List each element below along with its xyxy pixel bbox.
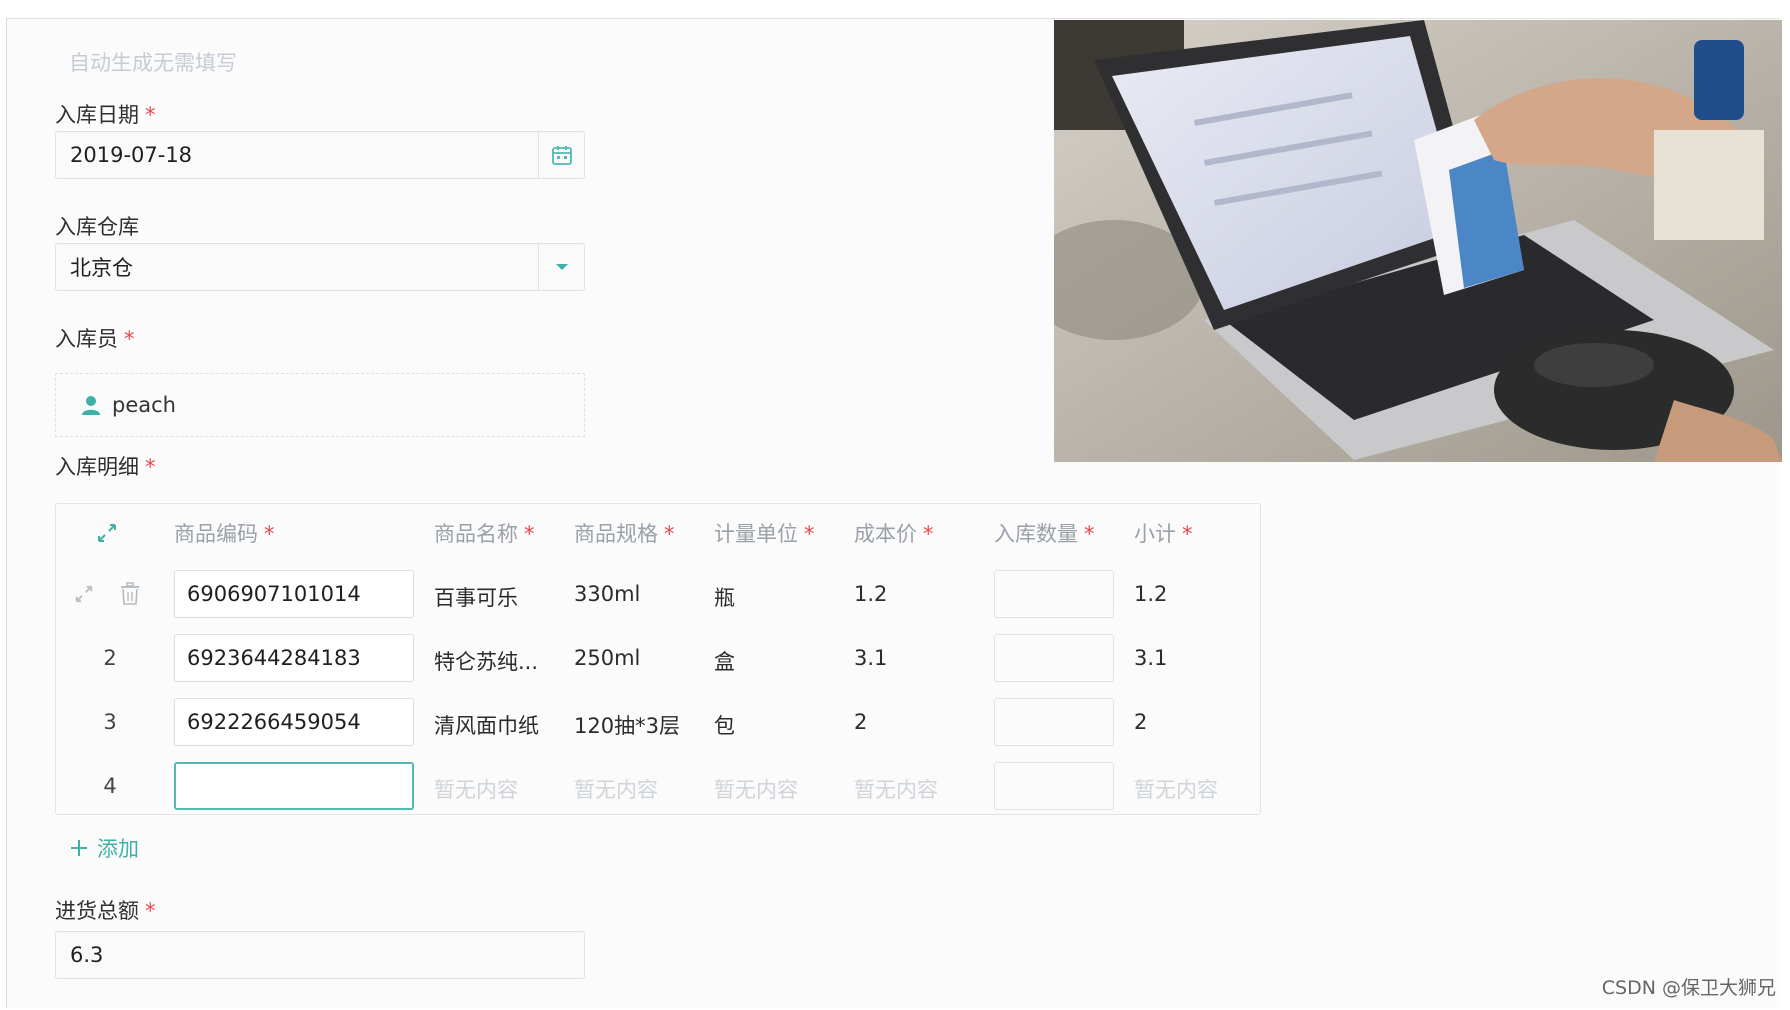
detail-table: 商品编码 * 商品名称 * 商品规格 * 计量单位 * 成本价 * 入库数量 * 小计 * 6…: [55, 503, 1261, 815]
row-number: 4: [103, 774, 117, 798]
calendar-icon[interactable]: [538, 132, 584, 178]
required-mark: *: [1084, 522, 1095, 546]
product-unit: 盒: [714, 650, 735, 674]
col-header-cost: 成本价 *: [854, 518, 934, 548]
col-header-cost-text: 成本价: [854, 522, 917, 546]
warehouse-select[interactable]: 北京仓: [55, 243, 585, 291]
clerk-label: 入库员 *: [55, 323, 135, 353]
clerk-name[interactable]: peach: [112, 393, 176, 417]
cost-price: 3.1: [854, 646, 888, 670]
add-row-button[interactable]: 添加: [69, 833, 139, 863]
product-spec: 330ml: [574, 582, 641, 606]
col-header-qty-text: 入库数量: [994, 522, 1078, 546]
cost-price: 1.2: [854, 582, 888, 606]
barcode-scan-illustration: [1054, 20, 1782, 462]
watermark: CSDN @保卫大狮兄: [1601, 977, 1776, 999]
col-header-code-text: 商品编码: [174, 522, 258, 546]
product-spec: 暂无内容: [574, 778, 658, 802]
row-number: 2: [103, 646, 117, 670]
row-number: 3: [103, 710, 117, 734]
cost-price: 暂无内容: [854, 778, 938, 802]
detail-label: 入库明细 *: [55, 451, 156, 481]
cost-price: 2: [854, 710, 868, 734]
product-name: 百事可乐: [434, 586, 518, 610]
col-header-name-text: 商品名称: [434, 522, 518, 546]
subtotal: 2: [1134, 710, 1148, 734]
expand-icon[interactable]: [74, 584, 94, 608]
product-name: 清风面巾纸: [434, 714, 539, 738]
chevron-down-icon[interactable]: [538, 244, 584, 290]
date-field[interactable]: 2019-07-18: [55, 131, 585, 179]
product-unit: 包: [714, 714, 735, 738]
col-header-spec-text: 商品规格: [574, 522, 658, 546]
required-mark: *: [923, 522, 934, 546]
col-header-qty: 入库数量 *: [994, 518, 1095, 548]
quantity-input[interactable]: [994, 634, 1114, 682]
warehouse-label-text: 入库仓库: [55, 215, 139, 239]
col-header-unit: 计量单位 *: [714, 518, 815, 548]
col-header-code: 商品编码 *: [174, 518, 275, 548]
expand-icon[interactable]: [96, 522, 118, 548]
warehouse-value[interactable]: 北京仓: [56, 252, 538, 282]
total-amount-value[interactable]: 6.3: [56, 943, 584, 967]
subtotal: 1.2: [1134, 582, 1168, 606]
required-mark: *: [145, 103, 156, 127]
trash-icon[interactable]: [120, 582, 140, 610]
subtotal: 暂无内容: [1134, 778, 1218, 802]
auto-generate-hint: 自动生成无需填写: [69, 51, 237, 75]
required-mark: *: [804, 522, 815, 546]
required-mark: *: [145, 899, 156, 923]
clerk-label-text: 入库员: [55, 327, 118, 351]
detail-label-text: 入库明细: [55, 455, 139, 479]
col-header-subtotal: 小计 *: [1134, 518, 1193, 548]
required-mark: *: [524, 522, 535, 546]
plus-icon: [69, 838, 89, 858]
total-label-text: 进货总额: [55, 899, 139, 923]
required-mark: *: [145, 455, 156, 479]
quantity-input[interactable]: [994, 698, 1114, 746]
date-value[interactable]: 2019-07-18: [56, 143, 538, 167]
col-header-name: 商品名称 *: [434, 518, 535, 548]
col-header-spec: 商品规格 *: [574, 518, 675, 548]
quantity-input[interactable]: [994, 570, 1114, 618]
product-code-input[interactable]: [174, 762, 414, 810]
product-unit: 瓶: [714, 586, 735, 610]
date-label: 入库日期 *: [55, 99, 156, 129]
quantity-input[interactable]: [994, 762, 1114, 810]
user-icon: [80, 394, 102, 416]
product-name: 特仑苏纯...: [434, 650, 539, 674]
subtotal: 3.1: [1134, 646, 1168, 670]
product-code-input[interactable]: 6922266459054: [174, 698, 414, 746]
warehouse-label: 入库仓库: [55, 211, 139, 241]
video-preview-photo: [1054, 20, 1782, 462]
col-header-unit-text: 计量单位: [714, 522, 798, 546]
product-code-input[interactable]: 6923644284183: [174, 634, 414, 682]
add-row-label[interactable]: 添加: [97, 833, 139, 863]
clerk-picker[interactable]: peach: [55, 373, 585, 437]
required-mark: *: [124, 327, 135, 351]
product-code-input[interactable]: 6906907101014: [174, 570, 414, 618]
required-mark: *: [664, 522, 675, 546]
required-mark: *: [264, 522, 275, 546]
total-amount-field[interactable]: 6.3: [55, 931, 585, 979]
required-mark: *: [1182, 522, 1193, 546]
product-spec: 120抽*3层: [574, 714, 680, 738]
date-label-text: 入库日期: [55, 103, 139, 127]
col-header-subtotal-text: 小计: [1134, 522, 1176, 546]
product-spec: 250ml: [574, 646, 641, 670]
product-unit: 暂无内容: [714, 778, 798, 802]
product-name: 暂无内容: [434, 778, 518, 802]
total-label: 进货总额 *: [55, 895, 156, 925]
